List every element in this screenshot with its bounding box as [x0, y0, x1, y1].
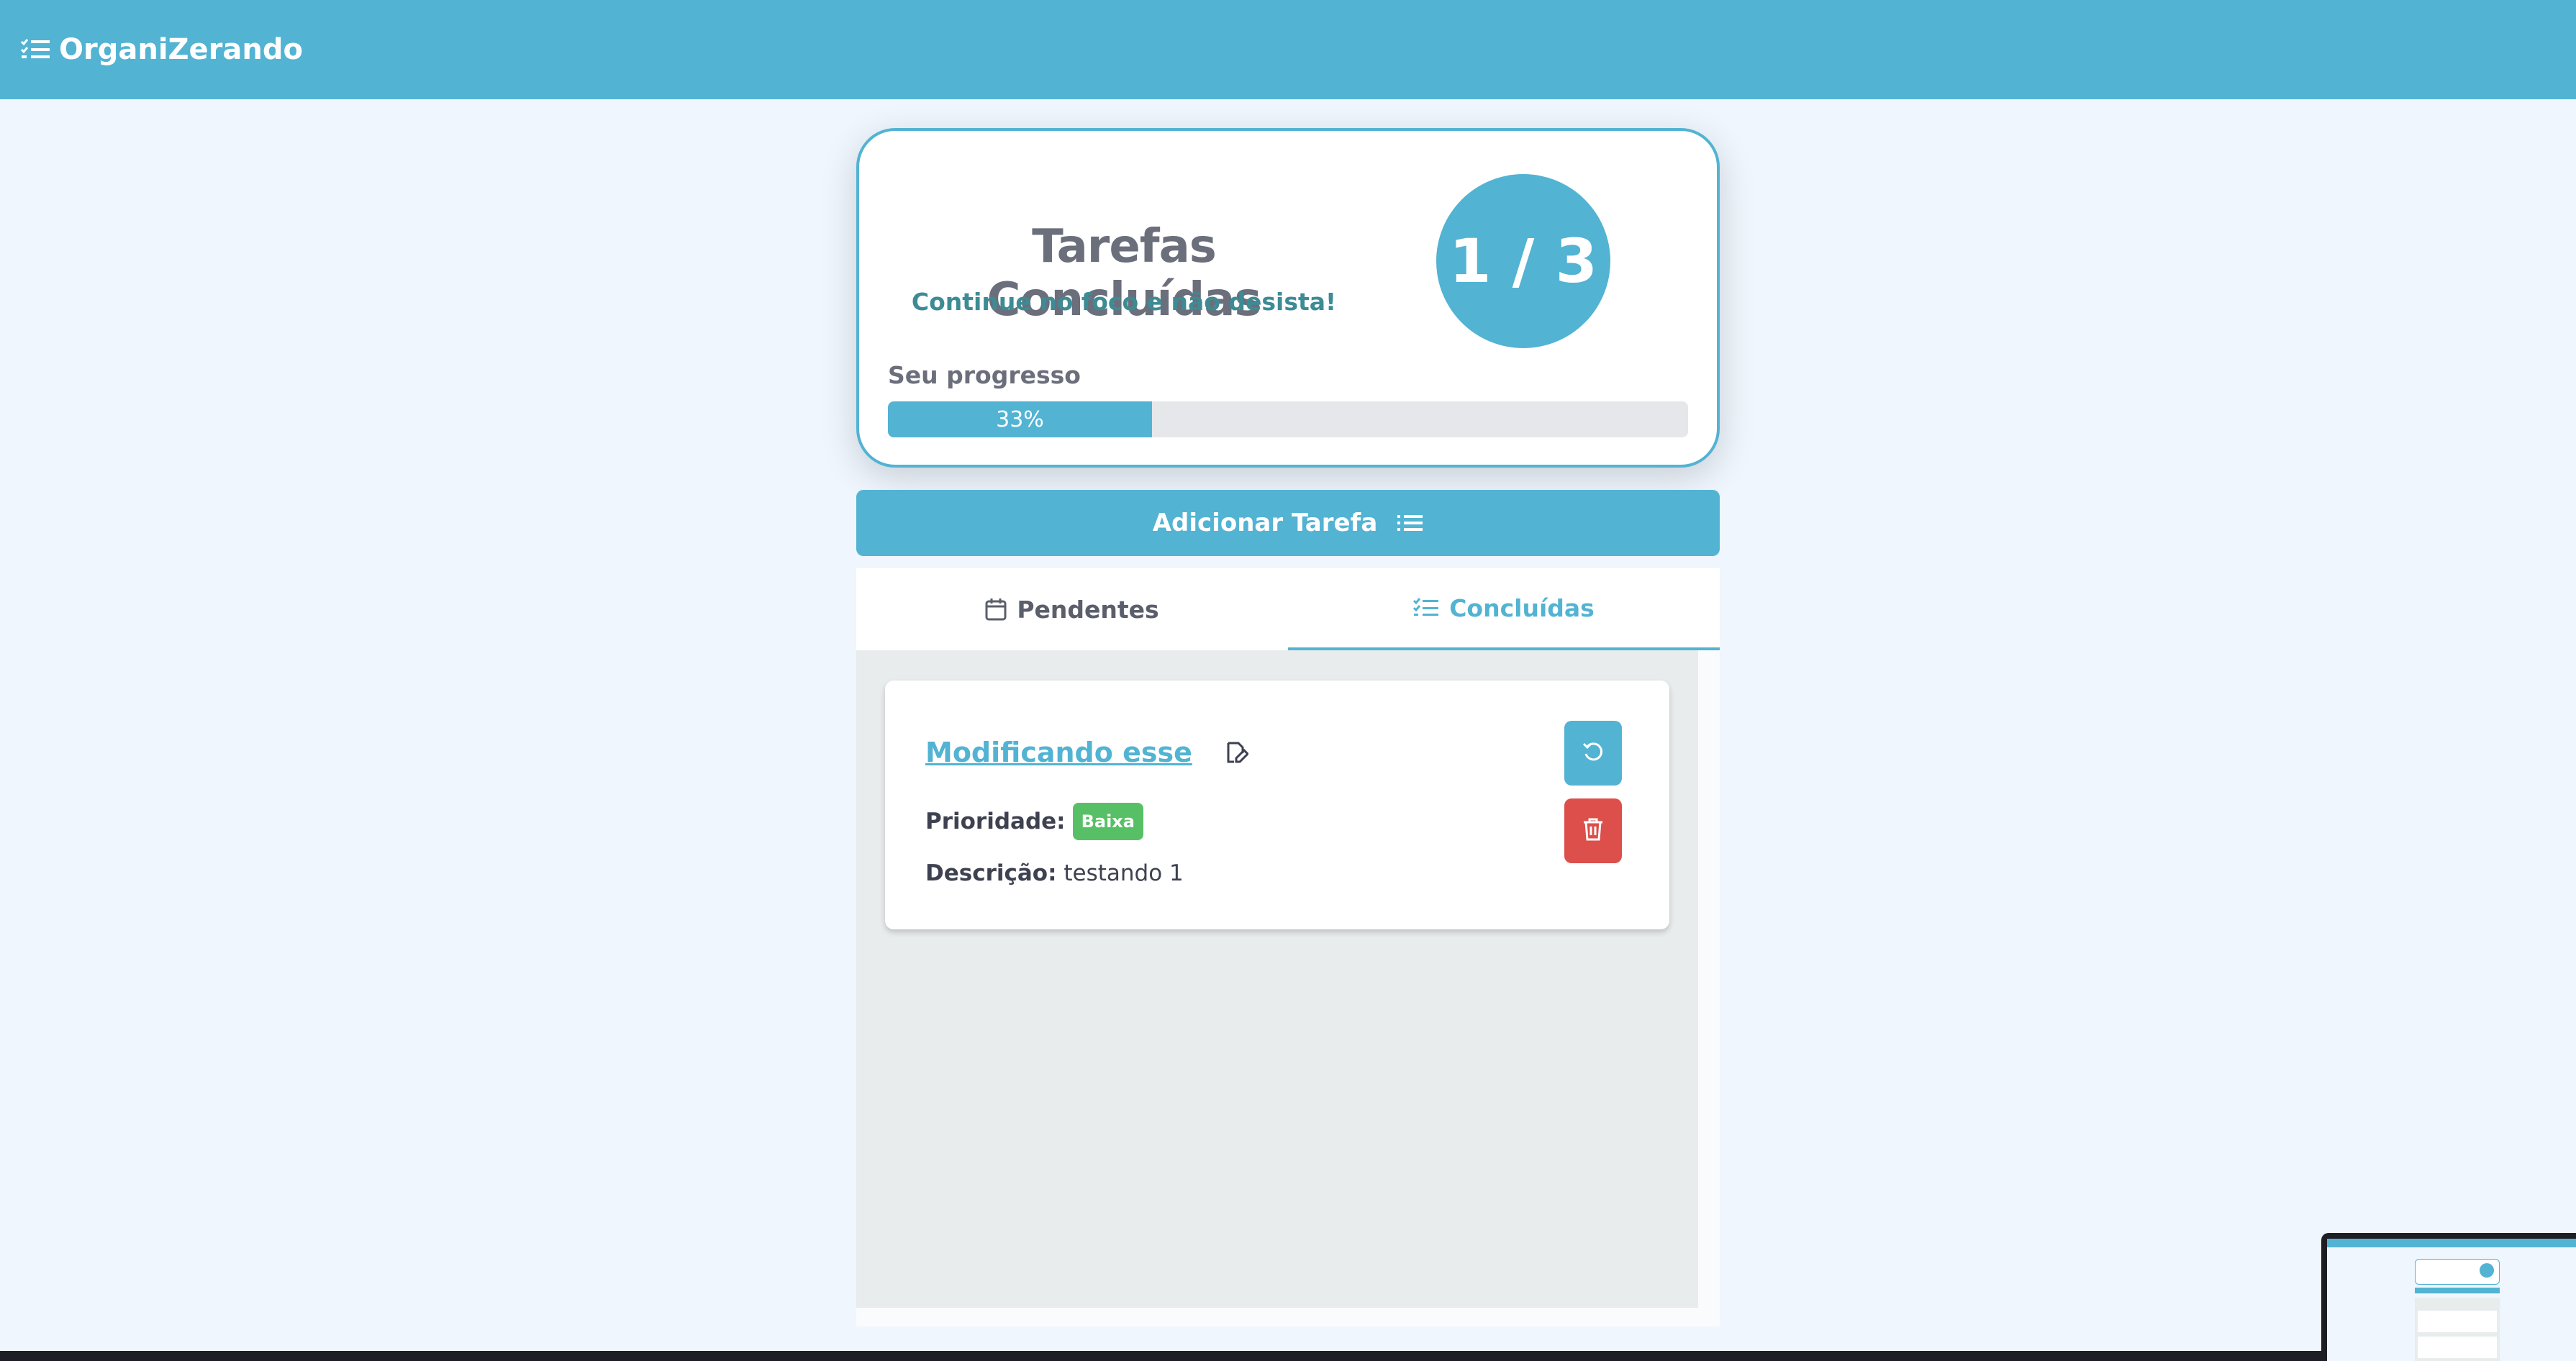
task-description: Descrição: testando 1 — [925, 860, 1184, 886]
checklist-icon — [1413, 597, 1439, 619]
list-icon — [1397, 513, 1423, 533]
thumbnail-preview — [2327, 1239, 2576, 1361]
progress-label: Seu progresso — [888, 361, 1081, 389]
summary-subtitle: Continue no foco e não desista! — [911, 288, 1337, 316]
task-title-row: Modificando esse — [925, 737, 1248, 768]
brand[interactable]: OrganiZerando — [20, 33, 303, 66]
task-tabs: Pendentes Concluídas — [856, 568, 1720, 650]
tab-pendentes[interactable]: Pendentes — [856, 568, 1288, 650]
trash-icon — [1582, 817, 1604, 845]
tab-label: Pendentes — [1017, 595, 1159, 624]
edit-icon[interactable] — [1224, 740, 1248, 765]
task-title[interactable]: Modificando esse — [925, 737, 1192, 768]
restore-task-button[interactable] — [1564, 721, 1622, 786]
task-priority: Prioridade: Baixa — [925, 803, 1143, 840]
brand-name: OrganiZerando — [59, 33, 303, 66]
completed-counter: 1 / 3 — [1436, 174, 1610, 348]
task-list: Modificando esse Prioridade: Baixa Descr… — [856, 650, 1698, 1308]
calendar-icon — [985, 598, 1007, 621]
priority-label: Prioridade: — [925, 809, 1066, 834]
task-card: Modificando esse Prioridade: Baixa Descr… — [885, 680, 1669, 929]
tab-concluidas[interactable]: Concluídas — [1288, 568, 1720, 650]
checklist-icon — [20, 37, 50, 62]
add-task-label: Adicionar Tarefa — [1152, 509, 1378, 537]
tab-label: Concluídas — [1449, 593, 1595, 622]
top-navbar: OrganiZerando — [0, 0, 2576, 99]
description-label: Descrição: — [925, 860, 1057, 886]
description-value: testando 1 — [1063, 860, 1184, 886]
screenshot-thumbnail[interactable] — [2321, 1233, 2576, 1361]
priority-badge: Baixa — [1072, 803, 1143, 840]
progress-summary-card: Tarefas Concluídas Continue no foco e nã… — [856, 128, 1720, 468]
add-task-button[interactable]: Adicionar Tarefa — [856, 490, 1720, 556]
taskbar-strip — [0, 1351, 2576, 1361]
task-list-panel: Modificando esse Prioridade: Baixa Descr… — [856, 650, 1720, 1326]
progress-percent: 33% — [996, 406, 1044, 432]
delete-task-button[interactable] — [1564, 798, 1622, 863]
progress-bar: 33% — [888, 401, 1688, 437]
progress-bar-fill: 33% — [888, 401, 1152, 437]
undo-icon — [1581, 739, 1605, 767]
